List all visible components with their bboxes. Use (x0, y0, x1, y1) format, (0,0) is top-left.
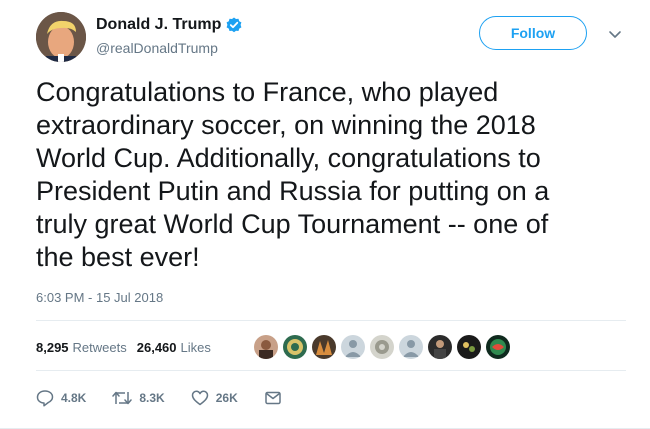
tweet-header: Donald J. Trump @realDonaldTrump Follow (36, 12, 636, 62)
chevron-down-icon[interactable] (607, 26, 623, 42)
retweet-button[interactable]: 8.3K (112, 389, 165, 407)
user-avatar[interactable] (36, 12, 86, 62)
tweet-timestamp[interactable]: 6:03 PM - 15 Jul 2018 (36, 290, 163, 305)
reply-count: 4.8K (61, 391, 87, 405)
liker-avatar[interactable] (340, 334, 366, 360)
display-name[interactable]: Donald J. Trump (96, 16, 221, 34)
retweets-label: Retweets (72, 339, 127, 355)
reply-icon (36, 390, 54, 407)
liker-avatar[interactable] (253, 334, 279, 360)
liker-avatar[interactable] (311, 334, 337, 360)
screen-name[interactable]: @realDonaldTrump (96, 40, 242, 56)
likes-label: Likes (180, 339, 211, 355)
retweet-count: 8.3K (139, 391, 165, 405)
direct-message-button[interactable] (264, 389, 289, 407)
retweet-icon (112, 391, 133, 405)
liker-avatars (253, 334, 514, 360)
likes-count: 26,460 (136, 339, 177, 355)
liker-avatar[interactable] (485, 334, 511, 360)
liker-avatar[interactable] (282, 334, 308, 360)
likes-stat[interactable]: 26,460 Likes (137, 340, 211, 355)
like-count: 26K (215, 391, 238, 405)
verified-badge-icon (226, 17, 242, 33)
liker-avatar[interactable] (456, 334, 482, 360)
user-names: Donald J. Trump @realDonaldTrump (96, 14, 242, 56)
reply-button[interactable]: 4.8K (36, 389, 86, 407)
envelope-icon (264, 391, 281, 405)
liker-avatar[interactable] (398, 334, 424, 360)
follow-button[interactable]: Follow (479, 16, 587, 50)
retweets-count: 8,295 (36, 339, 69, 355)
tweet-text: Congratulations to France, who played ex… (36, 77, 550, 272)
liker-avatar[interactable] (427, 334, 453, 360)
divider (36, 370, 626, 371)
retweets-stat[interactable]: 8,295 Retweets (36, 340, 127, 355)
tweet-actions: 4.8K 8.3K 26K (36, 388, 315, 408)
like-button[interactable]: 26K (191, 389, 238, 407)
liker-avatar[interactable] (369, 334, 395, 360)
tweet-card: Donald J. Trump @realDonaldTrump Follow … (0, 0, 650, 429)
tweet-stats: 8,295 Retweets 26,460 Likes (36, 331, 221, 363)
divider (36, 320, 626, 321)
heart-icon (191, 390, 208, 406)
